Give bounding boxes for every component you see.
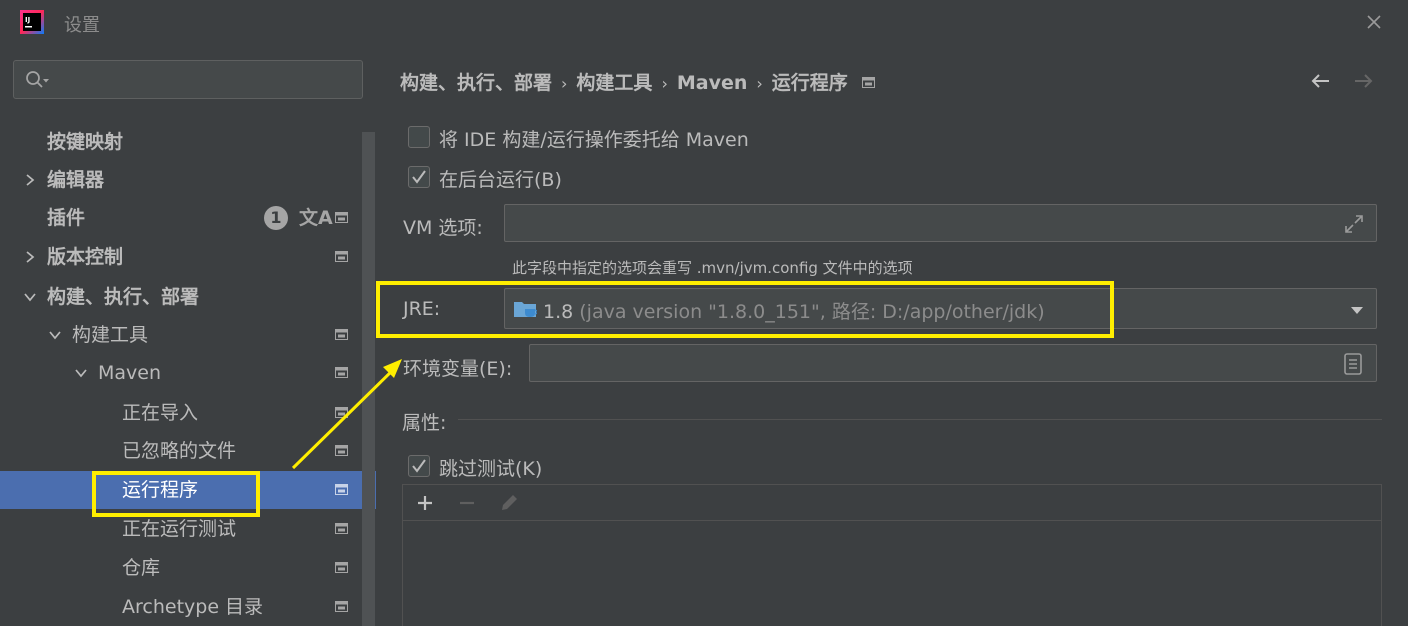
sidebar-item-version-control[interactable]: 版本控制 <box>0 238 362 276</box>
breadcrumb: 构建、执行、部署 › 构建工具 › Maven › 运行程序 <box>400 68 875 94</box>
sidebar-item-label: Archetype 目录 <box>122 596 264 618</box>
dropdown-arrow-icon[interactable] <box>1350 305 1364 315</box>
breadcrumb-item[interactable]: 构建工具 <box>576 72 652 94</box>
jre-highlight-box <box>376 281 1114 338</box>
delegate-to-maven-label[interactable]: 将 IDE 构建/运行操作委托给 Maven <box>439 125 749 152</box>
delegate-to-maven-checkbox[interactable] <box>408 126 430 148</box>
sidebar-item-label: 构建工具 <box>72 324 149 346</box>
sidebar-item-keymap[interactable]: 按键映射 <box>0 123 362 161</box>
chevron-right-icon: › <box>661 74 668 93</box>
breadcrumb-item[interactable]: 构建、执行、部署 <box>400 72 552 94</box>
sidebar-item-label: 编辑器 <box>47 169 105 191</box>
sidebar-item-repositories[interactable]: 仓库 <box>0 549 362 587</box>
sidebar-item-build-execution-deployment[interactable]: 构建、执行、部署 <box>0 278 362 316</box>
sidebar-item-plugins[interactable]: 插件 1 文A <box>0 199 362 237</box>
runner-highlight-box <box>92 471 260 517</box>
annotation-arrow <box>291 359 402 470</box>
close-icon[interactable] <box>1362 10 1386 34</box>
sidebar-item-label: 构建、执行、部署 <box>47 286 200 308</box>
svg-text:IJ: IJ <box>25 16 30 24</box>
skip-tests-label[interactable]: 跳过测试(K) <box>439 454 542 481</box>
search-icon <box>26 71 49 88</box>
project-level-icon <box>335 251 348 262</box>
section-divider <box>458 419 1382 420</box>
title-bar: IJ 设置 <box>0 0 1408 44</box>
chevron-down-icon[interactable] <box>23 290 37 304</box>
chevron-right-icon[interactable] <box>23 173 37 187</box>
project-level-icon <box>335 484 348 495</box>
checkmark-icon <box>412 459 426 473</box>
sidebar-item-label: 正在导入 <box>122 402 199 424</box>
chevron-down-icon[interactable] <box>74 366 88 380</box>
sidebar-item-archetype-catalogs[interactable]: Archetype 目录 <box>0 588 362 626</box>
run-in-background-checkbox[interactable] <box>408 166 430 188</box>
environment-variables-field[interactable] <box>529 344 1377 382</box>
environment-variables-label: 环境变量(E): <box>403 358 513 380</box>
sidebar-item-label: 已忽略的文件 <box>122 440 237 462</box>
skip-tests-checkbox[interactable] <box>408 455 430 477</box>
project-level-icon <box>335 212 348 223</box>
sidebar-item-editor[interactable]: 编辑器 <box>0 161 362 199</box>
vm-options-hint: 此字段中指定的选项会重写 .mvn/jvm.config 文件中的选项 <box>512 259 913 277</box>
forward-arrow-icon[interactable] <box>1350 68 1376 94</box>
settings-sidebar: 按键映射 编辑器 插件 1 文A 版本控制 构建、执行、部署 构建工具 Mave… <box>0 44 376 626</box>
expand-icon[interactable] <box>1344 214 1364 234</box>
properties-toolbar <box>403 485 1381 521</box>
breadcrumb-item: 运行程序 <box>771 72 848 94</box>
window-title: 设置 <box>64 15 100 36</box>
add-icon[interactable] <box>415 493 435 513</box>
properties-table[interactable] <box>402 484 1382 626</box>
project-level-icon <box>861 77 875 88</box>
chevron-right-icon[interactable] <box>23 250 37 264</box>
project-level-icon <box>335 601 348 612</box>
run-in-background-label[interactable]: 在后台运行(B) <box>439 165 562 192</box>
update-count-badge: 1 <box>264 206 288 230</box>
remove-icon[interactable] <box>457 493 477 513</box>
sidebar-item-label: 版本控制 <box>47 246 124 268</box>
intellij-logo-icon: IJ <box>20 10 44 34</box>
sidebar-item-label: 按键映射 <box>47 131 124 153</box>
project-level-icon <box>335 329 348 340</box>
sidebar-item-label: Maven <box>98 362 162 384</box>
translate-icon: 文A <box>299 207 333 229</box>
edit-pencil-icon[interactable] <box>499 493 519 513</box>
sidebar-item-build-tools[interactable]: 构建工具 <box>0 316 362 354</box>
chevron-down-icon[interactable] <box>48 328 62 342</box>
project-level-icon <box>335 562 348 573</box>
breadcrumb-item[interactable]: Maven <box>677 72 748 94</box>
vm-options-label: VM 选项: <box>403 217 483 239</box>
search-input[interactable] <box>13 60 363 99</box>
browse-document-icon[interactable] <box>1344 353 1362 375</box>
sidebar-item-label: 仓库 <box>122 557 161 579</box>
project-level-icon <box>335 523 348 534</box>
back-arrow-icon[interactable] <box>1308 68 1334 94</box>
sidebar-item-label: 插件 <box>47 207 86 229</box>
vm-options-field[interactable] <box>504 204 1377 242</box>
checkmark-icon <box>412 170 426 184</box>
chevron-right-icon: › <box>561 74 568 93</box>
chevron-right-icon: › <box>756 74 763 93</box>
